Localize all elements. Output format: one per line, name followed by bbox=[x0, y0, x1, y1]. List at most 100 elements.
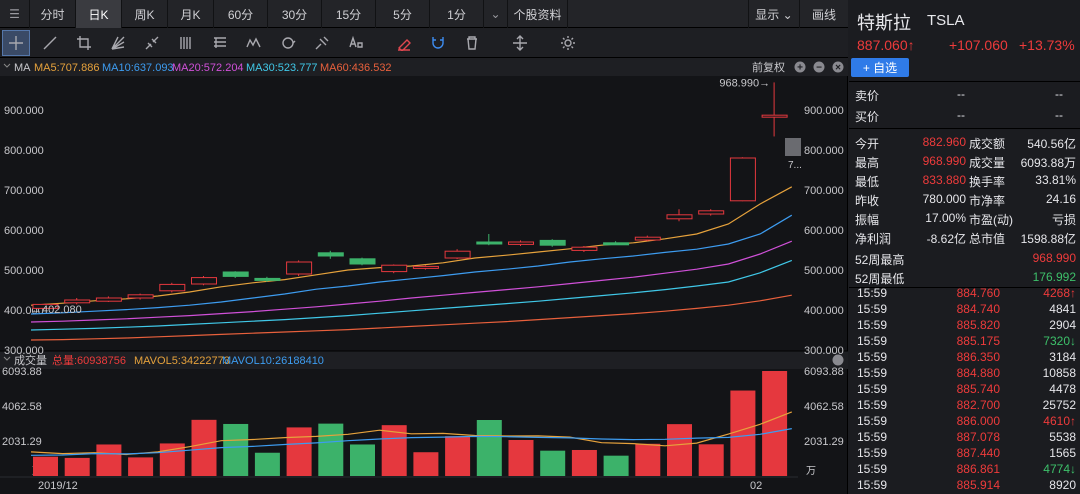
draw-lines-button[interactable]: 画线 bbox=[800, 0, 848, 28]
candle[interactable] bbox=[666, 214, 693, 220]
crosshair-icon[interactable] bbox=[2, 29, 30, 56]
stat-label: 今开 bbox=[855, 137, 880, 151]
period-tab-8[interactable]: 1分 bbox=[430, 0, 484, 28]
ma-legend-item: MA60:436.532 bbox=[320, 62, 392, 74]
candle[interactable] bbox=[412, 265, 439, 269]
candle[interactable] bbox=[127, 294, 154, 299]
tick-time: 15:59 bbox=[857, 366, 888, 380]
ma-legend-item: MA20:572.204 bbox=[172, 62, 244, 74]
candle[interactable] bbox=[729, 157, 756, 202]
candle[interactable] bbox=[317, 252, 344, 257]
volume-bar bbox=[635, 443, 661, 476]
menu-icon[interactable]: ☰ bbox=[0, 0, 30, 28]
chevron-down-icon[interactable]: ⌄ bbox=[484, 0, 508, 28]
tick-volume: 4478 bbox=[1049, 382, 1076, 396]
candle[interactable] bbox=[603, 242, 630, 246]
candle[interactable] bbox=[571, 246, 598, 251]
tick-volume: 3184 bbox=[1049, 350, 1076, 364]
tick-row: 15:59 885.820 2904 bbox=[849, 318, 1080, 334]
tick-time: 15:59 bbox=[857, 462, 888, 476]
crop-icon[interactable] bbox=[70, 30, 98, 56]
tick-row: 15:59 886.000 4610↑ bbox=[849, 414, 1080, 430]
volume-bar bbox=[476, 420, 502, 476]
pitchfork-icon[interactable] bbox=[308, 30, 336, 56]
eraser-icon[interactable] bbox=[390, 30, 418, 56]
candle[interactable] bbox=[159, 283, 186, 292]
period-tab-5[interactable]: 30分 bbox=[268, 0, 322, 28]
candle[interactable] bbox=[222, 271, 249, 277]
arrows-icon[interactable] bbox=[138, 30, 166, 56]
vol-legend-item: MAVOL10:26188410 bbox=[222, 355, 324, 367]
candle[interactable] bbox=[634, 236, 661, 241]
cycle-icon[interactable] bbox=[274, 30, 302, 56]
stat-value: 17.00% bbox=[925, 211, 966, 225]
volume-bar bbox=[762, 371, 788, 476]
gear-icon[interactable] bbox=[554, 30, 582, 56]
tick-volume: 4610↑ bbox=[1043, 414, 1076, 428]
text-icon[interactable] bbox=[342, 30, 370, 56]
period-tab-7[interactable]: 5分 bbox=[376, 0, 430, 28]
candle[interactable] bbox=[64, 299, 91, 304]
stock-info-tab[interactable]: 个股资料 bbox=[508, 0, 568, 28]
volume-bar bbox=[730, 390, 756, 476]
trash-icon[interactable] bbox=[458, 30, 486, 56]
price-adjust-label[interactable]: 前复权 bbox=[752, 60, 785, 74]
tick-price: 887.440 bbox=[956, 446, 1000, 460]
ruler-icon[interactable] bbox=[206, 30, 234, 56]
stat-label: 换手率 bbox=[969, 175, 1006, 189]
candle[interactable] bbox=[698, 210, 725, 215]
magnet-icon[interactable] bbox=[424, 30, 452, 56]
fan-icon[interactable] bbox=[104, 30, 132, 56]
vol-unit-right: 万 bbox=[806, 466, 816, 477]
candle[interactable] bbox=[191, 277, 217, 285]
add-watchlist-button[interactable]: + 自选 bbox=[851, 58, 909, 77]
vol-legend-item: MAVOL5:34222773 bbox=[134, 355, 230, 367]
period-tab-1[interactable]: 日K bbox=[76, 0, 122, 28]
candle[interactable] bbox=[761, 114, 788, 118]
period-tab-2[interactable]: 周K bbox=[122, 0, 168, 28]
candle[interactable] bbox=[508, 241, 534, 245]
candle[interactable] bbox=[95, 297, 122, 302]
candle[interactable] bbox=[444, 250, 471, 259]
period-tab-6[interactable]: 15分 bbox=[322, 0, 376, 28]
period-tab-3[interactable]: 月K bbox=[168, 0, 214, 28]
tick-time: 15:59 bbox=[857, 302, 888, 316]
vol-tick-left: 2031.29 bbox=[2, 436, 42, 448]
period-tab-0[interactable]: 分时 bbox=[30, 0, 76, 28]
close-glyph: × bbox=[835, 63, 841, 74]
candle[interactable] bbox=[539, 239, 566, 246]
tick-price: 885.914 bbox=[956, 478, 1000, 492]
candle[interactable] bbox=[476, 241, 503, 245]
wave-icon[interactable] bbox=[240, 30, 268, 56]
ask-row: 卖价 -- -- bbox=[849, 84, 1080, 104]
ask-volume: -- bbox=[1055, 87, 1063, 101]
chart-canvas[interactable]: MA MA5:707.886 MA10:637.093MA20:572.204 MA3… bbox=[0, 58, 848, 494]
tick-time: 15:59 bbox=[857, 478, 888, 492]
candle[interactable] bbox=[286, 261, 313, 275]
volume-bar bbox=[571, 449, 597, 476]
volume-bar bbox=[223, 423, 249, 476]
stat-label: 昨收 bbox=[855, 194, 880, 208]
candle[interactable] bbox=[254, 277, 281, 281]
zoom-out-glyph: − bbox=[816, 63, 822, 74]
tick-row: 15:59 885.914 8920 bbox=[849, 478, 1080, 494]
period-tab-4[interactable]: 60分 bbox=[214, 0, 268, 28]
display-button[interactable]: 显示 ⌄ bbox=[748, 0, 800, 28]
volume-bar bbox=[508, 439, 534, 476]
tick-time: 15:59 bbox=[857, 446, 888, 460]
week52-high-label: 52周最高 bbox=[855, 253, 905, 267]
kline-chart[interactable]: MA MA5:707.886 MA10:637.093 MA20:572.204 MA3… bbox=[0, 58, 848, 494]
bars-icon[interactable] bbox=[172, 30, 200, 56]
volume-bar bbox=[445, 436, 471, 476]
tick-row: 15:59 885.175 7320↓ bbox=[849, 334, 1080, 350]
price-tick-left: 900.000 bbox=[4, 105, 44, 117]
candle[interactable] bbox=[349, 258, 376, 265]
move-icon[interactable] bbox=[506, 30, 534, 56]
current-price-marker bbox=[785, 138, 801, 156]
line-icon[interactable] bbox=[36, 30, 64, 56]
candle[interactable] bbox=[381, 264, 408, 273]
price-tick-right: 600.000 bbox=[804, 225, 844, 237]
tick-volume: 4268↑ bbox=[1043, 286, 1076, 300]
tick-row: 15:59 886.350 3184 bbox=[849, 350, 1080, 366]
